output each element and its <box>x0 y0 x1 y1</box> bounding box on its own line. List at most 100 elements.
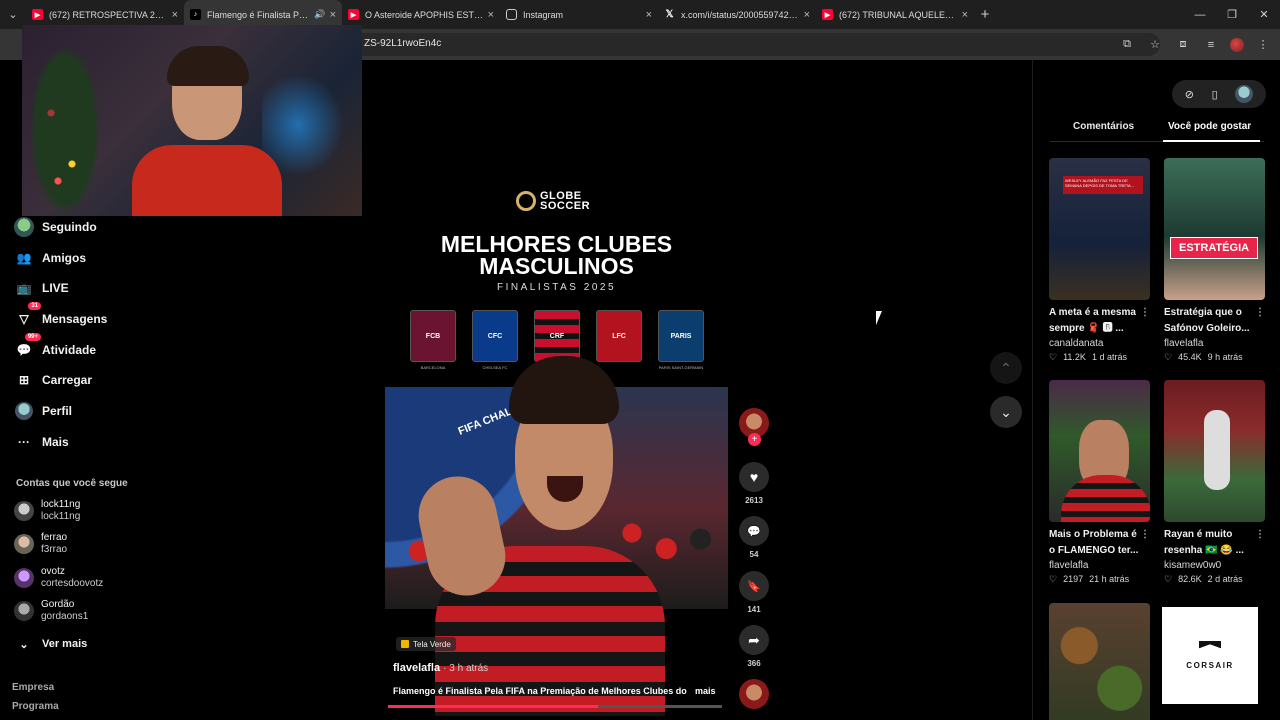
video-thumbnail[interactable]: ESTRATÉGIA <box>1164 158 1265 300</box>
share-action[interactable]: ➦ 366 <box>739 625 769 668</box>
followed-account[interactable]: Gordão gordaons1 <box>14 598 88 624</box>
card-author[interactable]: flavelafla <box>1164 338 1265 349</box>
new-tab-button[interactable]: + <box>974 6 996 23</box>
comment-action[interactable]: 💬 54 <box>739 516 769 559</box>
follow-plus-icon[interactable]: + <box>748 433 761 446</box>
sidebar-item-perfil[interactable]: Perfil <box>14 400 72 422</box>
crest-liverpool-icon: LFC <box>596 310 642 362</box>
sidebar-item-live[interactable]: 📺 LIVE <box>14 277 69 299</box>
card-author[interactable]: kisamew0w0 <box>1164 560 1265 571</box>
christmas-tree <box>30 45 100 215</box>
card-menu-icon[interactable]: ⋮ <box>1140 305 1150 321</box>
heart-icon: ♡ <box>1164 352 1173 362</box>
sidebar-item-atividade[interactable]: 💬 99+ Atividade <box>14 333 96 361</box>
recommended-video-card[interactable]: ESTRATÉGIA Estratégia que o Safónov Gole… <box>1164 158 1265 363</box>
browser-tab[interactable]: Instagram × <box>500 0 658 29</box>
close-tab-icon[interactable]: × <box>962 9 968 21</box>
close-tab-icon[interactable]: × <box>172 9 178 21</box>
corsair-ad-thumbnail[interactable]: CORSAIR <box>1162 607 1258 704</box>
heart-icon[interactable]: ♥ <box>739 462 769 492</box>
like-action[interactable]: ♥ 2613 <box>739 462 769 505</box>
bookmark-star-icon[interactable]: ☆ <box>1146 36 1164 54</box>
tab-comentarios[interactable]: Comentários <box>1073 121 1134 132</box>
card-menu-icon[interactable]: ⋮ <box>1255 305 1265 321</box>
previous-video-button[interactable]: ⌃ <box>990 352 1022 384</box>
youtube-icon: ▶ <box>348 9 359 20</box>
sidebar-item-seguindo[interactable]: Seguindo <box>14 216 97 238</box>
profile-avatar-icon[interactable] <box>1230 37 1244 52</box>
url-text[interactable]: ZS-92L1rwoEn4c <box>364 38 441 49</box>
omnibox[interactable] <box>340 33 1160 56</box>
see-more-label: Ver mais <box>42 638 88 650</box>
account-handle: gordaons1 <box>41 611 89 622</box>
account-handle: cortesdoovotz <box>41 578 104 589</box>
headline-line: MASCULINOS <box>479 253 634 279</box>
instagram-icon <box>506 9 517 20</box>
comment-icon[interactable]: 💬 <box>739 516 769 546</box>
sidebar-item-mais[interactable]: ··· Mais <box>14 431 69 453</box>
video-progress-bar[interactable] <box>388 705 722 708</box>
heart-icon: ♡ <box>1049 352 1058 362</box>
share-icon[interactable]: ➦ <box>739 625 769 655</box>
card-menu-icon[interactable]: ⋮ <box>1255 527 1265 543</box>
followed-account[interactable]: lock11ng lock11ng <box>14 498 80 524</box>
bookmark-icon[interactable]: 🔖 <box>739 571 769 601</box>
close-tab-icon[interactable]: × <box>488 9 494 21</box>
right-toolbar: ⊘ ▯ <box>1172 80 1266 108</box>
browser-tab[interactable]: ▶ (672) TRIBUNAL AQUELES CAR × <box>816 0 974 29</box>
followed-account[interactable]: ovotz cortesdoovotz <box>14 565 103 591</box>
card-menu-icon[interactable]: ⋮ <box>1140 527 1150 543</box>
caption-more-link[interactable]: mais <box>695 686 716 696</box>
minimize-icon[interactable]: — <box>1184 0 1216 29</box>
tab-voce-pode-gostar[interactable]: Você pode gostar <box>1168 121 1251 132</box>
youtube-icon: ▶ <box>822 9 833 20</box>
footer-link[interactable]: Programa <box>12 701 59 712</box>
video-thumbnail[interactable] <box>1164 380 1265 522</box>
sound-disc-avatar[interactable] <box>739 679 769 709</box>
device-icon[interactable]: ▯ <box>1212 88 1218 101</box>
save-action[interactable]: 🔖 141 <box>739 571 769 614</box>
close-tab-icon[interactable]: × <box>330 9 336 21</box>
video-author[interactable]: flavelafla · 3 h atrás <box>393 662 488 674</box>
followed-account[interactable]: ferrao f3rrao <box>14 531 67 557</box>
extensions-icon[interactable]: ⧈ <box>1174 36 1192 54</box>
maximize-icon[interactable]: ❐ <box>1216 0 1248 29</box>
next-video-button[interactable]: ⌄ <box>990 396 1022 428</box>
sidebar-item-label: LIVE <box>42 281 69 295</box>
close-window-icon[interactable]: ✕ <box>1248 0 1280 29</box>
close-tab-icon[interactable]: × <box>646 9 652 21</box>
install-app-icon[interactable]: ⧉ <box>1118 36 1136 54</box>
video-thumbnail[interactable] <box>1049 380 1150 522</box>
video-thumbnail[interactable]: WESLEY ALEMÃO FAZ FESTA DE SEMANA DEPOIS… <box>1049 158 1150 300</box>
sidebar-item-mensagens[interactable]: ▽ 31 Mensagens <box>14 302 108 330</box>
account-handle: f3rrao <box>41 544 68 555</box>
card-author[interactable]: canaldanata <box>1049 338 1150 349</box>
effect-tag[interactable]: Tela Verde <box>396 637 456 651</box>
avatar <box>14 501 34 521</box>
author-name[interactable]: flavelafla <box>393 662 440 674</box>
recommended-video-card[interactable]: Rayan é muito resenha 🇧🇷 😂 ... ⋮ kisamew0… <box>1164 380 1265 585</box>
recommended-video-card[interactable]: Mais o Problema é o FLAMENGO ter... ⋮ fla… <box>1049 380 1150 585</box>
card-author[interactable]: flavelafla <box>1049 560 1150 571</box>
globe-soccer-ring-icon <box>516 191 536 211</box>
sidebar-item-carregar[interactable]: ⊞ Carregar <box>14 369 92 391</box>
sidebar-item-label: Mensagens <box>42 312 108 326</box>
browser-tab[interactable]: ▶ O Asteroide APOPHIS ESTÁ CH × <box>342 0 500 29</box>
profile-avatar-icon <box>14 401 34 421</box>
profile-avatar-icon[interactable] <box>1235 85 1254 103</box>
speaker-icon[interactable]: 🔊 <box>314 9 325 20</box>
see-more-button[interactable]: ⌄ Ver mais <box>14 633 87 655</box>
sidebar-item-amigos[interactable]: 👥 Amigos <box>14 247 87 269</box>
compass-icon[interactable]: ⊘ <box>1185 88 1194 101</box>
tab-title: (672) RETROSPECTIVA 2025 - N <box>49 9 168 20</box>
recommended-video-card[interactable]: WESLEY ALEMÃO FAZ FESTA DE SEMANA DEPOIS… <box>1049 158 1150 363</box>
browser-tab[interactable]: 𝕏 x.com/i/status/2000559742939 × <box>658 0 816 29</box>
tab-title: O Asteroide APOPHIS ESTÁ CH <box>365 9 484 20</box>
recommended-video-card[interactable] <box>1049 603 1150 720</box>
video-thumbnail[interactable] <box>1049 603 1150 720</box>
tab-title: x.com/i/status/2000559742939 <box>681 9 800 20</box>
footer-link[interactable]: Empresa <box>12 682 54 693</box>
media-controls-icon[interactable]: ≡ <box>1202 36 1220 54</box>
menu-kebab-icon[interactable]: ⋮ <box>1254 36 1272 54</box>
close-tab-icon[interactable]: × <box>804 9 810 21</box>
